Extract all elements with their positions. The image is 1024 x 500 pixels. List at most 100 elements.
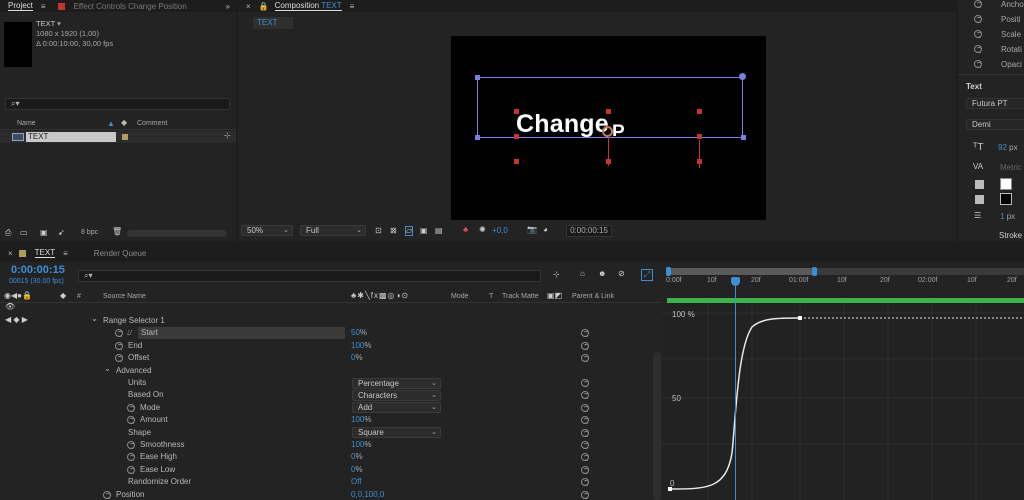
value-graph[interactable]: 100 % 50 0	[662, 303, 1024, 500]
expression-pickwhip-icon[interactable]	[581, 465, 589, 474]
panel-menu-icon[interactable]: ≡	[41, 2, 46, 11]
font-family-dropdown[interactable]: Futura PT	[966, 98, 1024, 109]
interpret-footage-icon[interactable]: ⎙	[5, 228, 11, 238]
stopwatch-icon[interactable]	[127, 453, 135, 462]
timeline-search-input[interactable]: ⌕▾	[78, 270, 541, 282]
trash-icon[interactable]: 🗑	[112, 227, 122, 236]
col-name[interactable]: Name	[17, 120, 36, 127]
graph-editor-icon[interactable]: ⤢	[641, 269, 653, 281]
layer-row[interactable]: Ease Low 0%	[0, 464, 660, 476]
col-comment[interactable]: Comment	[137, 120, 167, 127]
property-value[interactable]: 100%	[351, 439, 371, 451]
layer-row[interactable]: Based On Characters ⌄	[0, 389, 660, 401]
text-handle[interactable]	[514, 109, 519, 114]
property-dropdown[interactable]: Characters ⌄	[352, 389, 441, 401]
expression-pickwhip-icon[interactable]	[581, 490, 589, 499]
label-tag-icon[interactable]: ◆	[60, 291, 66, 300]
twirl-chevron-icon[interactable]: ⌄	[91, 313, 98, 325]
property-value[interactable]: 100%	[351, 340, 371, 352]
col-source-name[interactable]: Source Name	[103, 293, 146, 300]
new-comp-icon[interactable]: ▣	[40, 228, 48, 237]
property-value[interactable]: 100%	[351, 414, 371, 426]
keyframe-end[interactable]	[798, 316, 802, 320]
lock-icon[interactable]: 🔒	[259, 2, 269, 11]
project-scrollbar[interactable]	[127, 230, 227, 237]
mask-visibility-icon[interactable]: ▱	[405, 226, 414, 236]
property-value[interactable]: 50%	[351, 327, 367, 339]
region-of-interest-icon[interactable]: ⊡	[375, 226, 382, 235]
expression-pickwhip-icon[interactable]	[581, 354, 589, 363]
layer-row[interactable]: ⌰ Start 50%	[0, 327, 660, 340]
keyframe-nav[interactable]: ◀ ◆ ▶	[5, 315, 28, 324]
property-value[interactable]: 0%	[351, 464, 363, 476]
expression-pickwhip-icon[interactable]	[581, 341, 589, 350]
expression-pickwhip-icon[interactable]	[581, 478, 589, 487]
property-dropdown[interactable]: Add ⌄	[352, 402, 441, 414]
layer-row[interactable]: Amount 100%	[0, 414, 660, 426]
text-handle[interactable]	[606, 109, 611, 114]
viewer-timecode[interactable]: 0:00:00:15	[566, 225, 612, 237]
navigator-range[interactable]	[667, 268, 815, 275]
timeline-vscroll[interactable]	[653, 352, 661, 500]
text-handle[interactable]	[514, 134, 519, 139]
layer-row[interactable]: Units Percentage ⌄	[0, 377, 660, 389]
layer-row[interactable]: Mode Add ⌄	[0, 402, 660, 414]
stopwatch-icon[interactable]	[127, 416, 135, 425]
expression-pickwhip-icon[interactable]	[581, 403, 589, 412]
current-time[interactable]: 0:00:00:15	[11, 264, 65, 276]
stopwatch-icon[interactable]	[974, 15, 982, 23]
comp-flowchart-icon[interactable]: ⊹	[553, 270, 560, 279]
expression-pickwhip-icon[interactable]	[581, 441, 589, 449]
property-value[interactable]: 0%	[351, 451, 363, 463]
bpc-button[interactable]: 8 bpc	[81, 229, 98, 236]
snapshot-icon[interactable]: 📷	[527, 225, 537, 234]
layer-row[interactable]: ⌄ Range Selector 1	[0, 313, 660, 327]
bbox-handle[interactable]	[475, 75, 480, 80]
label-tag-icon[interactable]: ◆	[121, 118, 127, 127]
overflow-chevron-icon[interactable]: »	[226, 2, 230, 11]
stopwatch-icon[interactable]	[974, 60, 982, 68]
fill-checkbox[interactable]	[975, 180, 984, 189]
item-dropdown-icon[interactable]: ▾	[57, 19, 61, 28]
render-icon[interactable]: ➹	[58, 228, 65, 237]
canvas-text-layer[interactable]: Change	[516, 110, 609, 139]
stroke-color-swatch[interactable]	[1000, 193, 1012, 205]
time-navigator[interactable]	[666, 267, 1024, 276]
comp-breadcrumb[interactable]: TEXT	[253, 17, 293, 29]
close-tab-icon[interactable]: ×	[246, 2, 251, 11]
frame-blend-icon[interactable]: ⊘	[618, 269, 625, 278]
expression-pickwhip-icon[interactable]	[581, 379, 589, 387]
bbox-handle[interactable]	[741, 135, 746, 140]
close-tab-icon[interactable]: ×	[8, 249, 13, 258]
layer-row[interactable]: Offset 0%	[0, 352, 660, 364]
navigator-end-handle[interactable]	[812, 267, 817, 276]
text-handle[interactable]	[514, 159, 519, 164]
panel-menu-icon[interactable]: ≡	[63, 249, 68, 258]
channel-icon[interactable]: ▤	[435, 226, 443, 235]
av-switches-icon[interactable]: ◉◀●🔒	[4, 291, 32, 300]
stroke-checkbox[interactable]	[975, 195, 984, 204]
row-label-swatch[interactable]	[122, 134, 128, 140]
eye-icon[interactable]: 👁	[5, 302, 15, 311]
zoom-dropdown[interactable]: 50% ⌄	[241, 225, 293, 236]
property-value[interactable]: 0,0,100,0	[351, 489, 384, 500]
layer-row[interactable]: Ease High 0%	[0, 451, 660, 463]
property-value[interactable]: Off	[351, 476, 362, 488]
layer-row[interactable]: End 100%	[0, 340, 660, 352]
tab-render-queue[interactable]: Render Queue	[94, 249, 146, 258]
property-value[interactable]: 0%	[351, 352, 363, 364]
font-style-dropdown[interactable]: Demi	[966, 119, 1024, 130]
fill-color-swatch[interactable]	[1000, 178, 1012, 190]
expression-pickwhip-icon[interactable]	[581, 428, 589, 437]
exposure-value[interactable]: +0,0	[492, 226, 508, 235]
stopwatch-icon[interactable]	[115, 341, 123, 350]
stopwatch-icon[interactable]	[127, 403, 135, 412]
time-ruler[interactable]: 0:00f 10f 20f 01:00f 10f 20f 02:00f 10f …	[662, 276, 1024, 294]
layer-row[interactable]: Position 0,0,100,0	[0, 489, 660, 500]
shy-icon[interactable]: ☻	[598, 269, 606, 278]
bbox-handle[interactable]	[475, 135, 480, 140]
twirl-chevron-icon[interactable]: ⌄	[104, 363, 111, 375]
expression-pickwhip-icon[interactable]	[581, 329, 589, 338]
layer-row[interactable]: Shape Square ⌄	[0, 427, 660, 439]
bbox-handle[interactable]	[739, 73, 746, 80]
